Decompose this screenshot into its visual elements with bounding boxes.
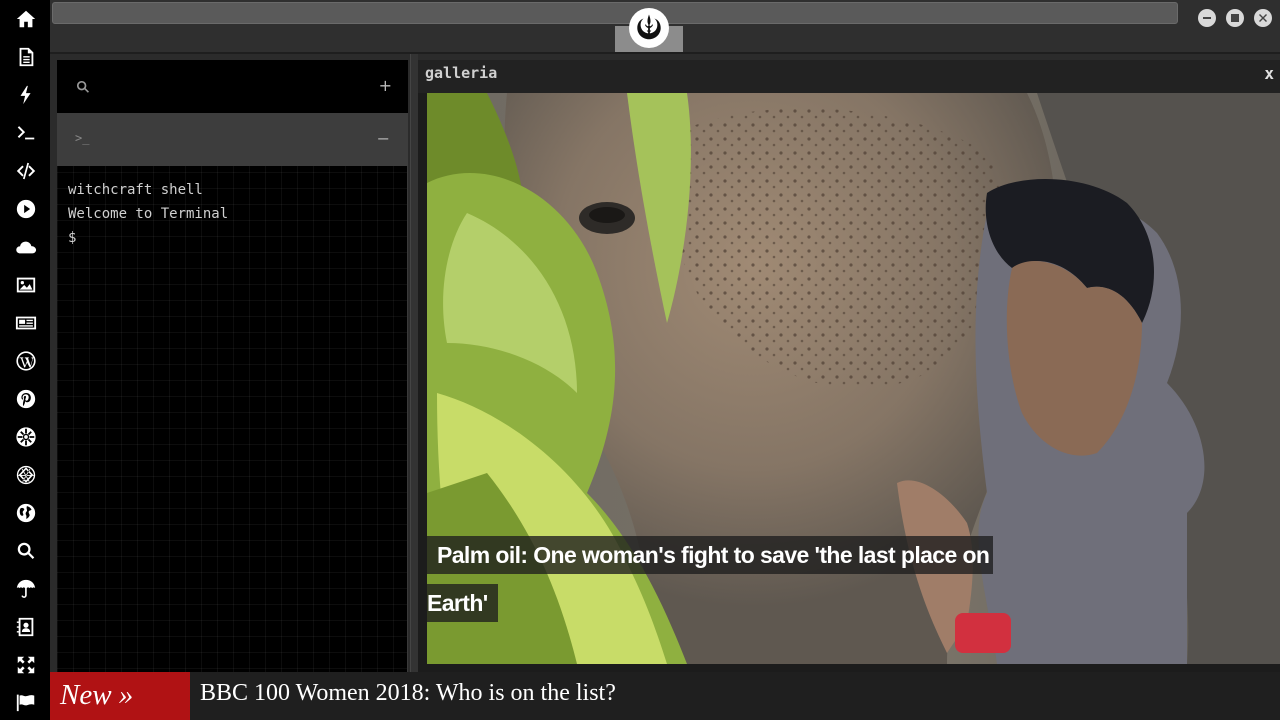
terminal-prompt: $ xyxy=(68,230,77,246)
flag-icon[interactable] xyxy=(13,689,39,715)
image-icon[interactable] xyxy=(13,272,39,298)
contacts-icon[interactable] xyxy=(13,614,39,640)
pinterest-icon[interactable] xyxy=(13,386,39,412)
caption-line: Earth' xyxy=(427,584,498,622)
galleria-panel: galleria x Palm oil: One woman's fight t… xyxy=(418,60,1280,672)
umbrella-icon[interactable] xyxy=(13,576,39,602)
terminal-line: witchcraft shell xyxy=(68,182,203,198)
news-ticker: New » BBC 100 Women 2018: Who is on the … xyxy=(50,672,1280,720)
ticker-label: New » xyxy=(50,672,190,720)
cloud-icon[interactable] xyxy=(13,234,39,260)
code-icon[interactable] xyxy=(13,158,39,184)
document-icon[interactable] xyxy=(13,44,39,70)
wordpress-icon[interactable] xyxy=(13,348,39,374)
caption-line: Palm oil: One woman's fight to save 'the… xyxy=(427,536,994,574)
newspaper-icon[interactable] xyxy=(13,310,39,336)
search-icon[interactable] xyxy=(13,538,39,564)
top-bar xyxy=(50,0,1280,54)
maximize-button[interactable] xyxy=(1226,9,1244,27)
terminal-tab[interactable]: >_ − xyxy=(57,113,408,166)
prompt-icon: >_ xyxy=(75,131,90,145)
address-bar[interactable] xyxy=(52,2,1178,24)
home-icon[interactable] xyxy=(13,6,39,32)
panel-divider[interactable] xyxy=(410,54,418,672)
sidebar xyxy=(0,0,50,720)
terminal-search-bar[interactable]: + xyxy=(57,60,408,113)
search-icon[interactable] xyxy=(75,79,91,95)
rebel-alliance-icon[interactable] xyxy=(629,8,669,48)
collapse-terminal-button[interactable]: − xyxy=(377,129,390,148)
galleria-title: galleria xyxy=(425,64,498,82)
terminal-panel: + >_ − witchcraft shell Welcome to Termi… xyxy=(57,60,408,672)
galleria-header: galleria x xyxy=(418,60,1280,93)
add-terminal-button[interactable]: + xyxy=(379,76,392,95)
ticker-headline[interactable]: BBC 100 Women 2018: Who is on the list? xyxy=(200,680,616,707)
play-icon[interactable] xyxy=(13,196,39,222)
terminal-icon[interactable] xyxy=(13,120,39,146)
galactic-empire-icon[interactable] xyxy=(13,424,39,450)
death-star-icon[interactable] xyxy=(13,462,39,488)
bolt-icon[interactable] xyxy=(13,82,39,108)
minimize-icon xyxy=(1203,17,1211,19)
maximize-icon xyxy=(1231,14,1239,22)
close-icon xyxy=(1259,14,1267,22)
galleria-close-button[interactable]: x xyxy=(1264,64,1274,83)
close-window-button[interactable] xyxy=(1254,9,1272,27)
globe-icon[interactable] xyxy=(13,500,39,526)
terminal-line: Welcome to Terminal xyxy=(68,206,229,222)
expand-icon[interactable] xyxy=(13,652,39,678)
minimize-button[interactable] xyxy=(1198,9,1216,27)
photo-caption[interactable]: Palm oil: One woman's fight to save 'the… xyxy=(427,536,1027,622)
terminal-output[interactable]: witchcraft shell Welcome to Terminal $ xyxy=(68,178,228,250)
